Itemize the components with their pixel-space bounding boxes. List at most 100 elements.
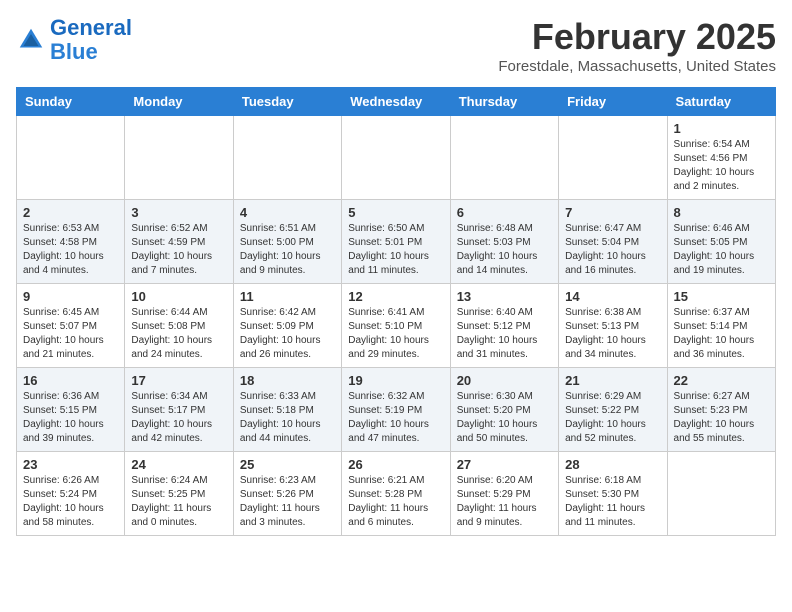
- day-info: Sunrise: 6:38 AM Sunset: 5:13 PM Dayligh…: [565, 306, 660, 362]
- day-info: Sunrise: 6:44 AM Sunset: 5:08 PM Dayligh…: [131, 306, 226, 362]
- logo-icon: [16, 25, 46, 55]
- calendar-cell: 7 Sunrise: 6:47 AM Sunset: 5:04 PM Daylig…: [559, 200, 667, 284]
- calendar-cell: 12 Sunrise: 6:41 AM Sunset: 5:10 PM Dayli…: [342, 284, 450, 368]
- day-number: 24: [131, 457, 226, 472]
- calendar-cell: 4Sunrise: 6:51 AM Sunset: 5:00 PM Daylig…: [233, 200, 341, 284]
- calendar-week-5: 23 Sunrise: 6:26 AM Sunset: 5:24 PM Dayli…: [17, 452, 776, 536]
- calendar-cell: [233, 116, 341, 200]
- calendar-cell: 19 Sunrise: 6:32 AM Sunset: 5:19 PM Dayli…: [342, 368, 450, 452]
- logo-text: General Blue: [50, 16, 132, 64]
- day-info: Sunrise: 6:23 AM Sunset: 5:26 PM Dayligh…: [240, 474, 335, 530]
- day-header-thursday: Thursday: [450, 88, 558, 116]
- day-header-sunday: Sunday: [17, 88, 125, 116]
- calendar-cell: 24 Sunrise: 6:24 AM Sunset: 5:25 PM Dayli…: [125, 452, 233, 536]
- calendar-cell: 8 Sunrise: 6:46 AM Sunset: 5:05 PM Daylig…: [667, 200, 775, 284]
- day-header-tuesday: Tuesday: [233, 88, 341, 116]
- calendar-week-1: 1 Sunrise: 6:54 AM Sunset: 4:56 PM Daylig…: [17, 116, 776, 200]
- day-info: Sunrise: 6:41 AM Sunset: 5:10 PM Dayligh…: [348, 306, 443, 362]
- day-header-friday: Friday: [559, 88, 667, 116]
- day-number: 18: [240, 373, 335, 388]
- calendar-cell: 26Sunrise: 6:21 AM Sunset: 5:28 PM Dayli…: [342, 452, 450, 536]
- calendar-cell: 20Sunrise: 6:30 AM Sunset: 5:20 PM Dayli…: [450, 368, 558, 452]
- day-info: Sunrise: 6:45 AM Sunset: 5:07 PM Dayligh…: [23, 306, 118, 362]
- calendar-cell: [342, 116, 450, 200]
- calendar-cell: [17, 116, 125, 200]
- day-number: 27: [457, 457, 552, 472]
- calendar-cell: 17Sunrise: 6:34 AM Sunset: 5:17 PM Dayli…: [125, 368, 233, 452]
- day-info: Sunrise: 6:42 AM Sunset: 5:09 PM Dayligh…: [240, 306, 335, 362]
- calendar-cell: [125, 116, 233, 200]
- day-info: Sunrise: 6:53 AM Sunset: 4:58 PM Dayligh…: [23, 222, 118, 278]
- day-header-monday: Monday: [125, 88, 233, 116]
- day-info: Sunrise: 6:27 AM Sunset: 5:23 PM Dayligh…: [674, 390, 769, 446]
- day-info: Sunrise: 6:26 AM Sunset: 5:24 PM Dayligh…: [23, 474, 118, 530]
- day-number: 9: [23, 289, 118, 304]
- location: Forestdale, Massachusetts, United States: [498, 58, 776, 75]
- day-number: 1: [674, 121, 769, 136]
- calendar-cell: 11Sunrise: 6:42 AM Sunset: 5:09 PM Dayli…: [233, 284, 341, 368]
- calendar-cell: [559, 116, 667, 200]
- calendar-header-row: SundayMondayTuesdayWednesdayThursdayFrid…: [17, 88, 776, 116]
- day-info: Sunrise: 6:18 AM Sunset: 5:30 PM Dayligh…: [565, 474, 660, 530]
- day-number: 23: [23, 457, 118, 472]
- day-info: Sunrise: 6:52 AM Sunset: 4:59 PM Dayligh…: [131, 222, 226, 278]
- day-info: Sunrise: 6:24 AM Sunset: 5:25 PM Dayligh…: [131, 474, 226, 530]
- day-number: 21: [565, 373, 660, 388]
- day-number: 8: [674, 205, 769, 220]
- day-number: 22: [674, 373, 769, 388]
- day-number: 15: [674, 289, 769, 304]
- day-number: 16: [23, 373, 118, 388]
- day-info: Sunrise: 6:50 AM Sunset: 5:01 PM Dayligh…: [348, 222, 443, 278]
- day-number: 12: [348, 289, 443, 304]
- day-info: Sunrise: 6:21 AM Sunset: 5:28 PM Dayligh…: [348, 474, 443, 530]
- calendar-cell: 2 Sunrise: 6:53 AM Sunset: 4:58 PM Daylig…: [17, 200, 125, 284]
- day-number: 19: [348, 373, 443, 388]
- day-number: 13: [457, 289, 552, 304]
- day-number: 5: [348, 205, 443, 220]
- calendar-week-4: 16 Sunrise: 6:36 AM Sunset: 5:15 PM Dayli…: [17, 368, 776, 452]
- calendar-cell: 14 Sunrise: 6:38 AM Sunset: 5:13 PM Dayli…: [559, 284, 667, 368]
- calendar-cell: 1 Sunrise: 6:54 AM Sunset: 4:56 PM Daylig…: [667, 116, 775, 200]
- day-info: Sunrise: 6:33 AM Sunset: 5:18 PM Dayligh…: [240, 390, 335, 446]
- calendar-cell: 15 Sunrise: 6:37 AM Sunset: 5:14 PM Dayli…: [667, 284, 775, 368]
- calendar-cell: 18 Sunrise: 6:33 AM Sunset: 5:18 PM Dayli…: [233, 368, 341, 452]
- logo-blue: Blue: [50, 39, 98, 64]
- month-title: February 2025: [498, 16, 776, 58]
- day-number: 7: [565, 205, 660, 220]
- day-info: Sunrise: 6:20 AM Sunset: 5:29 PM Dayligh…: [457, 474, 552, 530]
- calendar-cell: 28 Sunrise: 6:18 AM Sunset: 5:30 PM Dayli…: [559, 452, 667, 536]
- day-info: Sunrise: 6:54 AM Sunset: 4:56 PM Dayligh…: [674, 138, 769, 194]
- calendar-cell: 23 Sunrise: 6:26 AM Sunset: 5:24 PM Dayli…: [17, 452, 125, 536]
- calendar-cell: 13 Sunrise: 6:40 AM Sunset: 5:12 PM Dayli…: [450, 284, 558, 368]
- day-info: Sunrise: 6:32 AM Sunset: 5:19 PM Dayligh…: [348, 390, 443, 446]
- calendar-week-2: 2 Sunrise: 6:53 AM Sunset: 4:58 PM Daylig…: [17, 200, 776, 284]
- day-info: Sunrise: 6:36 AM Sunset: 5:15 PM Dayligh…: [23, 390, 118, 446]
- logo-general: General: [50, 15, 132, 40]
- calendar-cell: 6Sunrise: 6:48 AM Sunset: 5:03 PM Daylig…: [450, 200, 558, 284]
- day-info: Sunrise: 6:29 AM Sunset: 5:22 PM Dayligh…: [565, 390, 660, 446]
- calendar-cell: 3 Sunrise: 6:52 AM Sunset: 4:59 PM Daylig…: [125, 200, 233, 284]
- calendar: SundayMondayTuesdayWednesdayThursdayFrid…: [16, 87, 776, 536]
- day-header-wednesday: Wednesday: [342, 88, 450, 116]
- day-number: 2: [23, 205, 118, 220]
- calendar-cell: 9 Sunrise: 6:45 AM Sunset: 5:07 PM Daylig…: [17, 284, 125, 368]
- day-number: 14: [565, 289, 660, 304]
- day-info: Sunrise: 6:51 AM Sunset: 5:00 PM Dayligh…: [240, 222, 335, 278]
- day-number: 10: [131, 289, 226, 304]
- calendar-cell: 10 Sunrise: 6:44 AM Sunset: 5:08 PM Dayli…: [125, 284, 233, 368]
- calendar-cell: [667, 452, 775, 536]
- day-number: 3: [131, 205, 226, 220]
- day-number: 25: [240, 457, 335, 472]
- day-info: Sunrise: 6:47 AM Sunset: 5:04 PM Dayligh…: [565, 222, 660, 278]
- calendar-cell: 5 Sunrise: 6:50 AM Sunset: 5:01 PM Daylig…: [342, 200, 450, 284]
- day-info: Sunrise: 6:48 AM Sunset: 5:03 PM Dayligh…: [457, 222, 552, 278]
- day-info: Sunrise: 6:34 AM Sunset: 5:17 PM Dayligh…: [131, 390, 226, 446]
- day-info: Sunrise: 6:37 AM Sunset: 5:14 PM Dayligh…: [674, 306, 769, 362]
- calendar-cell: 25 Sunrise: 6:23 AM Sunset: 5:26 PM Dayli…: [233, 452, 341, 536]
- calendar-cell: 16 Sunrise: 6:36 AM Sunset: 5:15 PM Dayli…: [17, 368, 125, 452]
- calendar-cell: 22 Sunrise: 6:27 AM Sunset: 5:23 PM Dayli…: [667, 368, 775, 452]
- day-info: Sunrise: 6:40 AM Sunset: 5:12 PM Dayligh…: [457, 306, 552, 362]
- logo: General Blue: [16, 16, 132, 64]
- day-info: Sunrise: 6:46 AM Sunset: 5:05 PM Dayligh…: [674, 222, 769, 278]
- day-number: 28: [565, 457, 660, 472]
